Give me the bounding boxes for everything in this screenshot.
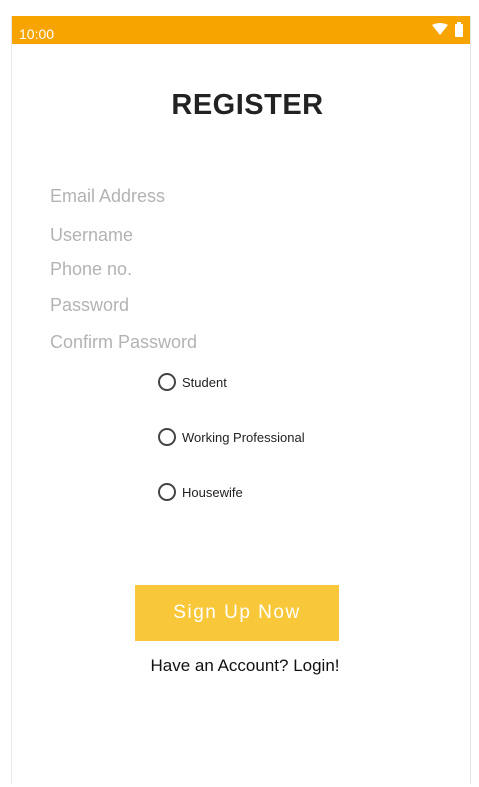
password-field[interactable] [50, 293, 310, 317]
radio-label: Student [182, 374, 227, 390]
page-title: REGISTER [171, 89, 324, 121]
battery-icon [455, 24, 463, 37]
email-field[interactable] [50, 184, 310, 208]
radio-button-icon[interactable] [158, 373, 176, 391]
radio-option-working-professional[interactable]: Working Professional [158, 425, 305, 449]
phone-screen: 10:00 REGISTER Student Working Professio… [11, 16, 471, 784]
radio-label: Housewife [182, 484, 243, 500]
radio-button-icon[interactable] [158, 483, 176, 501]
status-icons [430, 22, 466, 38]
login-link[interactable]: Have an Account? Login! [12, 656, 470, 676]
status-bar: 10:00 [12, 16, 470, 44]
radio-label: Working Professional [182, 429, 305, 445]
username-field[interactable] [50, 223, 310, 247]
status-time: 10:00 [19, 26, 55, 42]
confirm-password-field[interactable] [50, 330, 310, 354]
radio-button-icon[interactable] [158, 428, 176, 446]
sign-up-button[interactable]: Sign Up Now [135, 585, 339, 641]
radio-option-student[interactable]: Student [158, 370, 227, 394]
phone-field[interactable] [50, 257, 310, 281]
radio-option-housewife[interactable]: Housewife [158, 480, 243, 504]
wifi-icon [432, 23, 448, 35]
